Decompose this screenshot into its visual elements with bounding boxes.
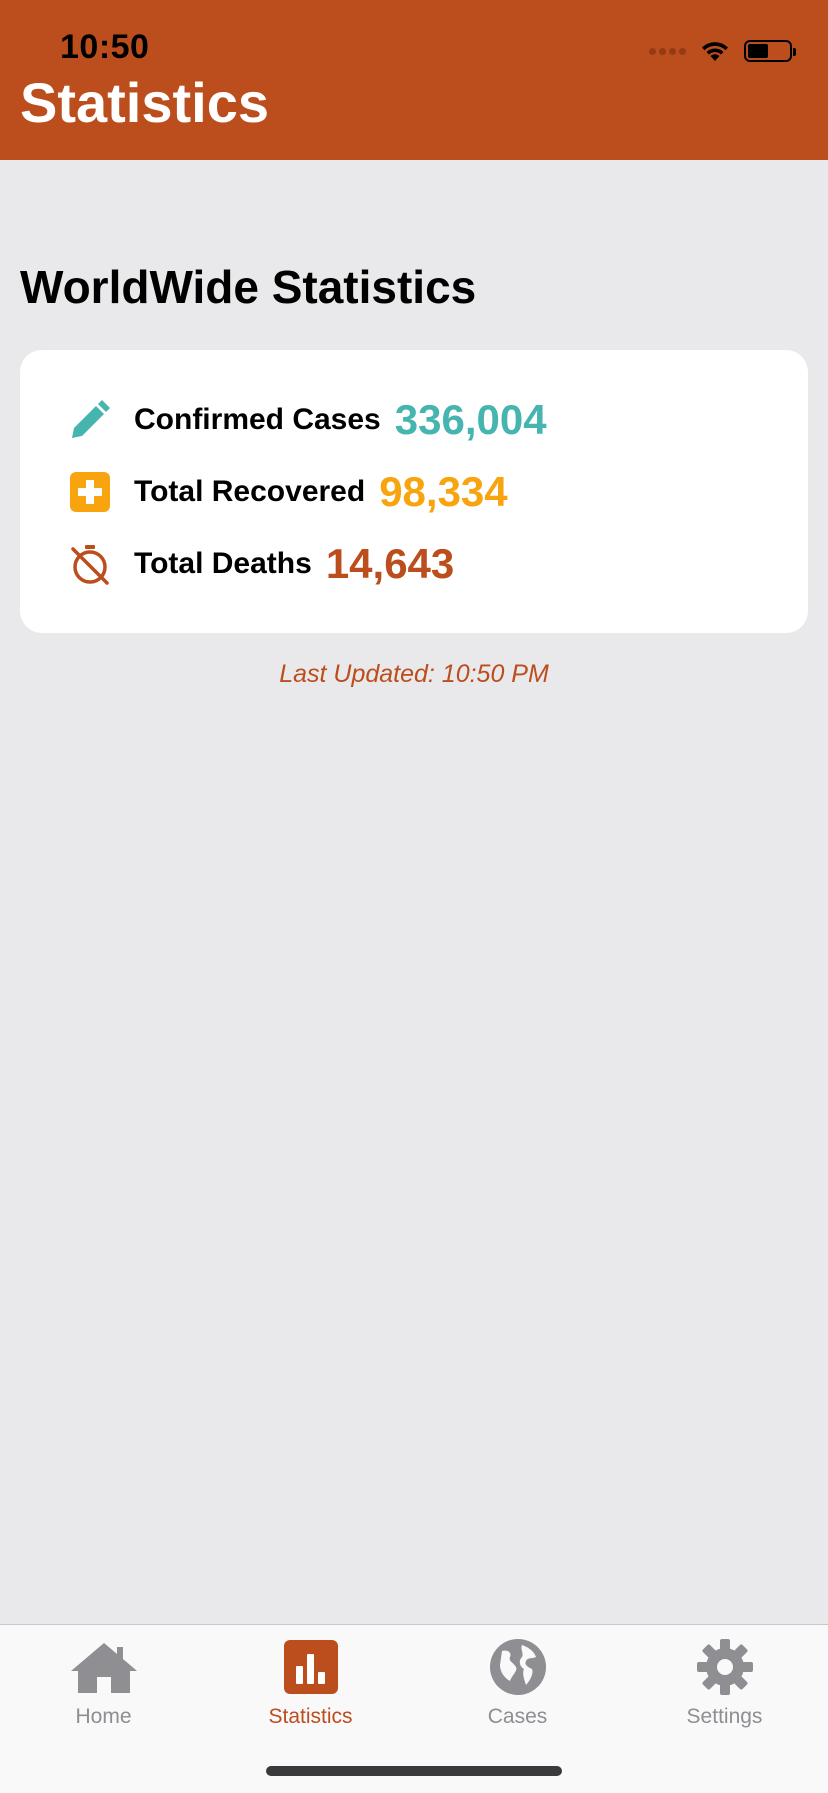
stat-value-deaths: 14,643	[325, 540, 455, 587]
tab-statistics[interactable]: Statistics	[207, 1635, 414, 1735]
page-title: Statistics	[20, 71, 269, 134]
stat-label: Confirmed Cases	[134, 403, 381, 436]
stopwatch-off-icon	[68, 542, 112, 586]
house-icon	[68, 1635, 140, 1699]
stat-value-confirmed: 336,004	[394, 396, 547, 443]
pencil-icon	[68, 398, 112, 442]
stat-label: Total Deaths	[134, 547, 312, 580]
section-title: WorldWide Statistics	[20, 261, 477, 313]
stat-row-confirmed: Confirmed Cases 336,004	[68, 390, 547, 450]
bar-chart-icon	[275, 1635, 347, 1699]
tab-home[interactable]: Home	[0, 1635, 207, 1735]
globe-icon	[482, 1635, 554, 1699]
tab-settings[interactable]: Settings	[621, 1635, 828, 1735]
stat-value-recovered: 98,334	[379, 468, 508, 515]
tab-label: Cases	[487, 1705, 548, 1728]
status-bar-icons	[649, 36, 796, 66]
medical-cross-icon	[68, 470, 112, 514]
home-indicator[interactable]	[266, 1766, 562, 1776]
tab-cases[interactable]: Cases	[414, 1635, 621, 1735]
tab-label: Settings	[686, 1705, 763, 1728]
tab-label: Statistics	[268, 1705, 353, 1728]
wifi-icon	[702, 42, 728, 61]
navigation-bar: 10:50 Statistics	[0, 0, 828, 160]
cellular-signal-icon	[649, 47, 686, 55]
gear-icon	[689, 1635, 761, 1699]
battery-icon	[744, 40, 796, 62]
stat-label: Total Recovered	[134, 475, 366, 508]
stat-row-recovered: Total Recovered 98,334	[68, 462, 508, 522]
stat-row-deaths: Total Deaths 14,643	[68, 534, 454, 594]
statistics-card: Confirmed Cases 336,004 Total Recovered …	[20, 350, 808, 633]
status-bar-time: 10:50	[60, 28, 150, 66]
tab-label: Home	[75, 1705, 132, 1728]
last-updated-text: Last Updated: 10:50 PM	[279, 660, 549, 688]
